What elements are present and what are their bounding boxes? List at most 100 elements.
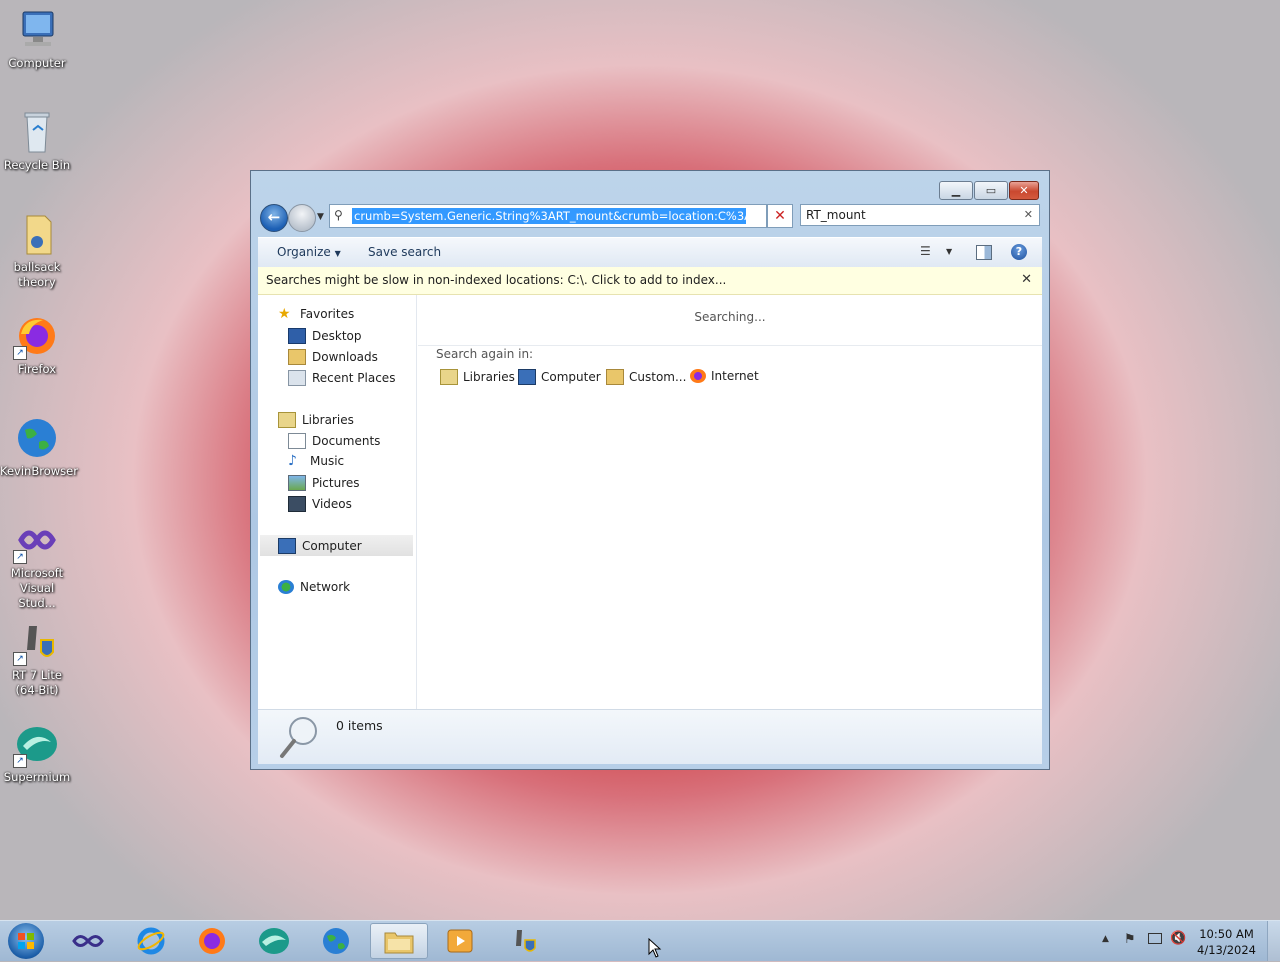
nav-label: Libraries (302, 413, 354, 427)
minimize-button[interactable]: ▁ (939, 181, 973, 200)
globe-icon (323, 928, 349, 954)
taskbar-media-player[interactable] (432, 923, 488, 959)
recent-pages-dropdown[interactable]: ▼ (317, 212, 324, 222)
nav-recent-places[interactable]: Recent Places (288, 370, 395, 386)
search-again-computer[interactable]: Computer (518, 369, 601, 385)
taskbar-visual-studio[interactable] (60, 923, 116, 959)
view-dropdown-icon[interactable]: ▼ (946, 247, 962, 263)
nav-computer[interactable]: Computer (260, 535, 413, 556)
show-hidden-icons-button[interactable]: ▲ (1102, 934, 1109, 944)
nav-desktop[interactable]: Desktop (288, 328, 362, 344)
maximize-button[interactable]: ▭ (974, 181, 1008, 200)
taskbar-kevinbrowser[interactable] (308, 923, 364, 959)
system-tray: ▲ ⚑ 🔇 10:50 AM 4/13/2024 (1090, 921, 1280, 961)
nav-label: Network (300, 580, 351, 594)
nav-network[interactable]: Network (278, 580, 350, 594)
nav-favorites[interactable]: ★ Favorites (278, 307, 354, 321)
command-bar: Organize ▼ Save search ☰ ▼ ? (258, 237, 1042, 268)
stop-search-button[interactable]: ✕ (767, 204, 793, 228)
nav-libraries[interactable]: Libraries (278, 412, 354, 428)
taskbar-rt7lite[interactable] (496, 923, 552, 959)
nav-label: Computer (302, 538, 362, 553)
start-button[interactable] (8, 923, 44, 959)
search-again-internet[interactable]: Internet (690, 369, 759, 383)
close-infobar-icon[interactable]: ✕ (1021, 272, 1032, 287)
desktop-icon-firefox[interactable]: ↗ Firefox (0, 314, 74, 377)
computer-icon (518, 369, 536, 385)
computer-icon (15, 8, 59, 52)
nav-downloads[interactable]: Downloads (288, 349, 378, 365)
desktop-icon (288, 328, 306, 344)
firefox-icon (690, 369, 706, 383)
search-again-libraries[interactable]: Libraries (440, 369, 515, 385)
clock-time: 10:50 AM (1199, 927, 1254, 941)
taskbar-firefox[interactable] (184, 923, 240, 959)
desktop-icon-kevinbrowser[interactable]: KevinBrowser (0, 416, 78, 479)
desktop-icon-computer[interactable]: Computer (0, 8, 74, 71)
network-tray-icon[interactable] (1148, 933, 1162, 944)
search-again-custom[interactable]: Custom... (606, 369, 686, 385)
preview-pane-icon[interactable] (976, 245, 992, 260)
organize-button[interactable]: Organize ▼ (277, 245, 341, 259)
address-text[interactable]: crumb=System.Generic.String%3ART_mount&c… (352, 208, 746, 224)
divider (418, 345, 1042, 346)
address-bar[interactable]: ⚲ crumb=System.Generic.String%3ART_mount… (329, 204, 829, 228)
close-button[interactable]: ✕ (1009, 181, 1039, 200)
nav-pictures[interactable]: Pictures (288, 475, 360, 491)
info-bar[interactable]: Searches might be slow in non-indexed lo… (258, 267, 1042, 295)
clock[interactable]: 10:50 AM 4/13/2024 (1197, 926, 1256, 958)
help-icon[interactable]: ? (1011, 244, 1027, 260)
desktop-icon-recycle-bin[interactable]: Recycle Bin (0, 110, 74, 173)
caption-buttons: ▁ ▭ ✕ (938, 181, 1039, 200)
forward-button[interactable] (288, 204, 316, 232)
items-count: 0 items (336, 718, 383, 733)
info-bar-text: Searches might be slow in non-indexed lo… (266, 273, 727, 287)
desktop-icon-supermium[interactable]: ↗ Supermium (0, 722, 74, 785)
desktop-icon-label: ballsack theory (13, 260, 61, 289)
nav-label: Pictures (312, 476, 360, 490)
show-desktop-button[interactable] (1267, 921, 1280, 961)
explorer-window[interactable]: ▁ ▭ ✕ ← ▼ ⚲ crumb=System.Generic.String%… (250, 170, 1050, 770)
nav-label: Videos (312, 497, 352, 511)
save-search-button[interactable]: Save search (368, 245, 441, 259)
navigation-bar: ← ▼ ⚲ crumb=System.Generic.String%3ART_m… (259, 204, 1041, 232)
search-again-text: Computer (541, 370, 601, 384)
folder-icon (384, 932, 414, 954)
search-again-label: Search again in: (436, 347, 534, 361)
desktop-icon-label: RT 7 Lite (64-Bit) (12, 668, 62, 697)
nav-music[interactable]: ♪ Music (288, 454, 344, 468)
taskbar-supermium[interactable] (246, 923, 302, 959)
windows-logo-icon (18, 933, 34, 949)
navigation-pane: ★ Favorites Desktop Downloads Recent Plac… (258, 295, 417, 709)
globe-icon (15, 416, 59, 460)
desktop-icon-label: KevinBrowser (0, 464, 78, 478)
clear-search-icon[interactable]: ✕ (1024, 208, 1033, 221)
nav-documents[interactable]: Documents (288, 433, 380, 449)
search-input[interactable]: RT_mount ✕ (800, 204, 1040, 226)
nav-label: Recent Places (312, 371, 396, 385)
taskbar-internet-explorer[interactable] (123, 923, 179, 959)
desktop-icon-ballsack-theory[interactable]: ballsack theory (0, 212, 74, 290)
nav-label: Downloads (312, 350, 378, 364)
search-icon: ⚲ (334, 208, 343, 222)
content-area: ★ Favorites Desktop Downloads Recent Plac… (258, 295, 1042, 709)
recycle-bin-icon (15, 110, 59, 154)
volume-muted-icon[interactable]: 🔇 (1170, 931, 1186, 946)
results-pane: Searching... Search again in: Libraries … (418, 295, 1042, 709)
nav-videos[interactable]: Videos (288, 496, 352, 512)
desktop-icon-label: Supermium (3, 770, 71, 784)
search-again-text: Custom... (629, 370, 687, 384)
taskbar-windows-explorer[interactable] (370, 923, 428, 959)
nav-label: Favorites (300, 307, 355, 321)
search-value[interactable]: RT_mount (806, 208, 866, 222)
back-button[interactable]: ← (260, 204, 288, 232)
action-center-flag-icon[interactable]: ⚑ (1124, 932, 1136, 947)
desktop-icon-rt7lite[interactable]: ↗ RT 7 Lite (64-Bit) (0, 620, 74, 698)
clock-date: 4/13/2024 (1197, 943, 1256, 957)
libraries-icon (278, 412, 296, 428)
desktop-icon-visual-studio[interactable]: ↗ Microsoft Visual Stud... (0, 518, 74, 611)
view-options-icon[interactable]: ☰ (920, 244, 936, 260)
videos-icon (288, 496, 306, 512)
firefox-icon (199, 928, 225, 954)
documents-icon (288, 433, 306, 449)
